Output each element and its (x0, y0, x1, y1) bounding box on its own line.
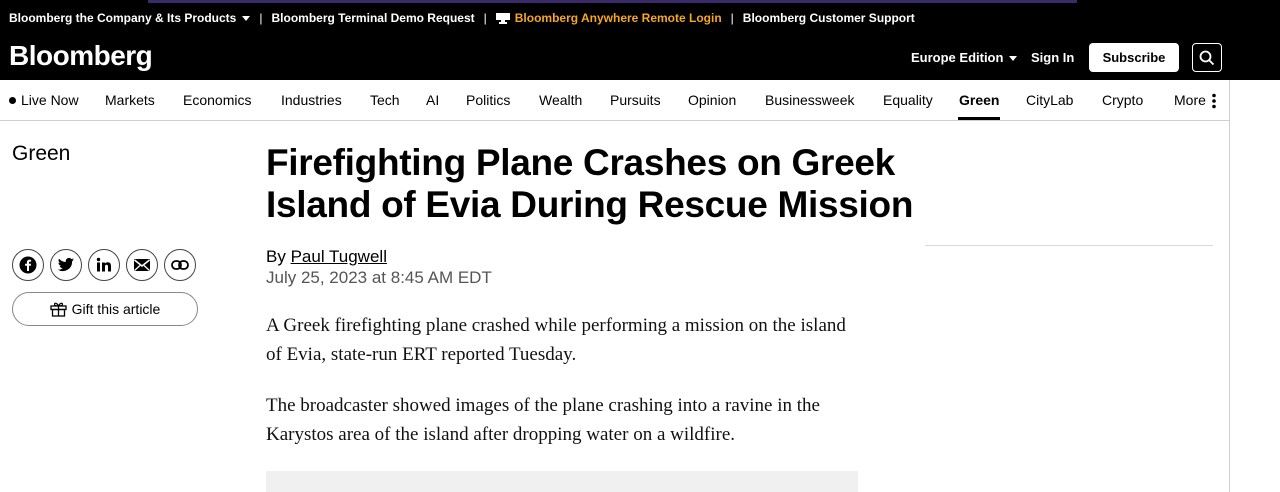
nav-item-crypto[interactable]: Crypto (1102, 92, 1143, 108)
byline: By Paul Tugwell (266, 247, 387, 267)
separator: | (483, 11, 487, 25)
nav-item-opinion[interactable]: Opinion (688, 92, 736, 108)
utility-bar: Bloomberg the Company & Its Products | B… (0, 0, 1280, 36)
sidebar-divider (925, 245, 1213, 246)
nav-item-markets[interactable]: Markets (105, 92, 155, 108)
publish-date: July 25, 2023 at 8:45 AM EDT (266, 268, 492, 287)
article-paragraph: A Greek firefighting plane crashed while… (266, 315, 846, 365)
facebook-icon (19, 256, 37, 274)
share-facebook-button[interactable] (12, 249, 44, 281)
anywhere-login-label: Bloomberg Anywhere Remote Login (514, 11, 722, 25)
nav-item-tech[interactable]: Tech (370, 92, 400, 108)
utility-links: Bloomberg the Company & Its Products | B… (9, 11, 915, 25)
nav-item-equality[interactable]: Equality (883, 92, 933, 108)
nav-item-industries[interactable]: Industries (281, 92, 342, 108)
bloomberg-logo[interactable]: Bloomberg (9, 40, 153, 72)
author-link[interactable]: Paul Tugwell (291, 247, 387, 266)
more-vertical-icon (1212, 93, 1216, 109)
edition-selector[interactable]: Europe Edition (911, 50, 1018, 65)
nav-item-economics[interactable]: Economics (183, 92, 251, 108)
twitter-icon (57, 257, 74, 272)
search-button[interactable] (1192, 43, 1222, 72)
gift-article-label: Gift this article (71, 301, 161, 317)
gift-icon (49, 302, 67, 317)
article-headline: Firefighting Plane Crashes on Greek Isla… (266, 142, 914, 225)
separator: | (259, 11, 263, 25)
subscribe-button[interactable]: Subscribe (1089, 43, 1179, 72)
anywhere-login-link[interactable]: Bloomberg Anywhere Remote Login (495, 11, 722, 25)
section-nav: Live Now Markets Economics Industries Te… (0, 80, 1230, 121)
nav-label: More (1174, 92, 1206, 108)
utility-bar-accent (148, 0, 1077, 3)
company-products-link[interactable]: Bloomberg the Company & Its Products (9, 11, 251, 25)
edition-label: Europe Edition (911, 50, 1004, 65)
gift-article-button[interactable]: Gift this article (12, 292, 198, 326)
link-icon (171, 260, 189, 270)
share-email-button[interactable] (126, 249, 158, 281)
nav-item-more[interactable]: More (1174, 92, 1216, 109)
company-products-label: Bloomberg the Company & Its Products (9, 11, 237, 25)
nav-item-pursuits[interactable]: Pursuits (610, 92, 661, 108)
nav-item-citylab[interactable]: CityLab (1026, 92, 1073, 108)
share-buttons (12, 249, 196, 281)
section-label[interactable]: Green (12, 142, 70, 166)
sign-in-link[interactable]: Sign In (1031, 50, 1074, 65)
nav-label: Live Now (21, 92, 79, 108)
article-image (266, 471, 858, 492)
share-twitter-button[interactable] (50, 249, 82, 281)
share-linkedin-button[interactable] (88, 249, 120, 281)
site-header: Bloomberg Europe Edition Sign In Subscri… (0, 36, 1280, 80)
active-tab-indicator (958, 117, 1000, 120)
chevron-down-icon (242, 16, 251, 22)
nav-item-politics[interactable]: Politics (466, 92, 510, 108)
nav-item-wealth[interactable]: Wealth (539, 92, 582, 108)
nav-item-ai[interactable]: AI (426, 92, 439, 108)
nav-item-green[interactable]: Green (959, 92, 999, 108)
chevron-down-icon (1009, 56, 1018, 62)
customer-support-link[interactable]: Bloomberg Customer Support (743, 11, 915, 25)
email-icon (134, 259, 150, 271)
live-dot-icon (9, 96, 16, 104)
article-paragraph: The broadcaster showed images of the pla… (266, 395, 820, 445)
search-icon (1199, 50, 1215, 65)
nav-item-businessweek[interactable]: Businessweek (765, 92, 855, 108)
content-border (1229, 80, 1230, 492)
copy-link-button[interactable] (164, 249, 196, 281)
nav-item-live-now[interactable]: Live Now (9, 92, 79, 108)
linkedin-icon (96, 257, 111, 272)
separator: | (730, 11, 734, 25)
byline-prefix: By (266, 247, 286, 266)
terminal-demo-link[interactable]: Bloomberg Terminal Demo Request (271, 11, 474, 25)
terminal-icon (495, 13, 510, 25)
